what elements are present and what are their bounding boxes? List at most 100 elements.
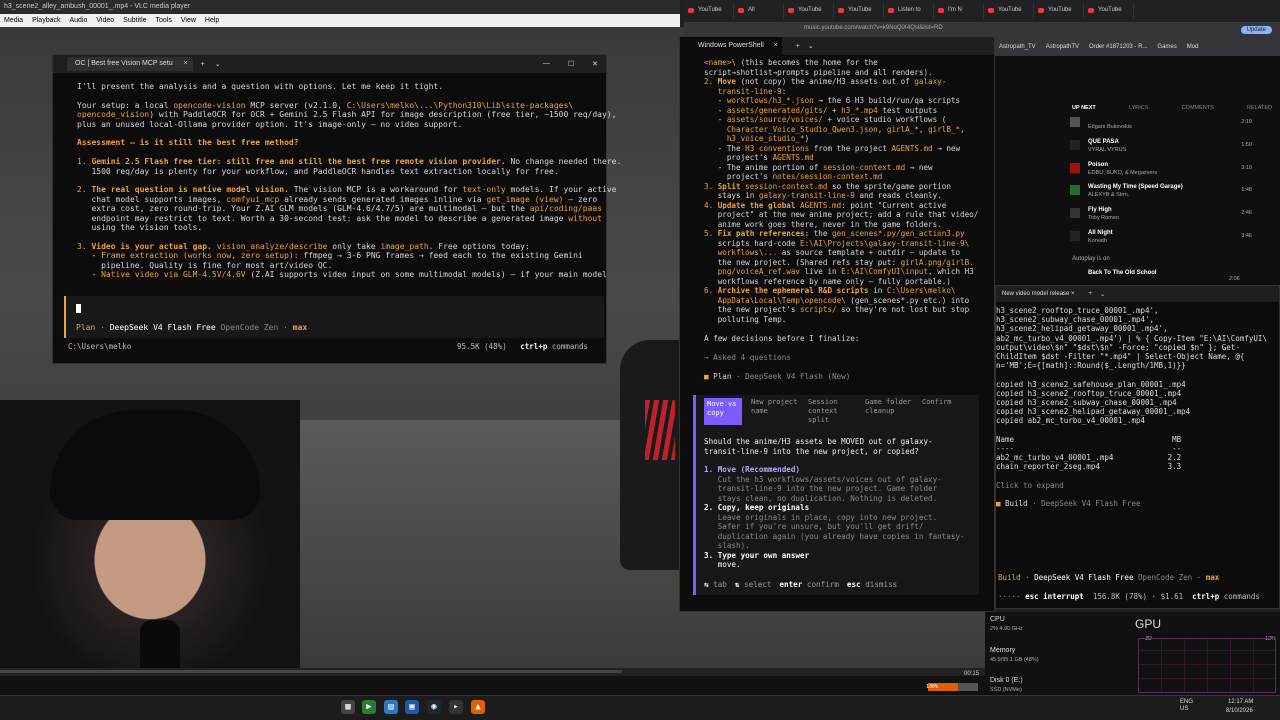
question-option[interactable]: 1. Move (Recommended) Cut the h3 workflo… <box>704 465 965 503</box>
output-line: ​ <box>996 472 1279 481</box>
vlc-menu-item[interactable]: Playback <box>32 17 60 24</box>
vlc-menu-item[interactable]: Subtitle <box>123 17 146 24</box>
text-segment: girlA.png/girlB. <box>900 257 974 267</box>
autoplay-next[interactable]: Back To The Old School <box>1088 270 1157 276</box>
close-icon[interactable]: × <box>774 37 778 55</box>
question-option[interactable]: 3. Type your own answer move. <box>704 551 965 570</box>
steam-icon[interactable]: ◉ <box>427 700 441 714</box>
yt-tab[interactable]: UP NEXT <box>1072 105 1096 111</box>
bookmark-item[interactable]: Order #1871203 - R... <box>1089 44 1147 54</box>
vlc-menu-item[interactable]: View <box>181 17 196 24</box>
clock-time[interactable]: 12:17 AM <box>1228 699 1253 705</box>
minimize-icon[interactable]: — <box>543 60 550 68</box>
yt-queue-tabs: UP NEXT LYRICS COMMENTS RELATED <box>1072 105 1272 111</box>
text-segment: 1500 req/day is plenty for your workflow… <box>77 166 559 176</box>
browser-url[interactable]: music.youtube.com/watch?v=k9NoQiX4Qsl&li… <box>684 22 995 36</box>
browser-tab[interactable]: Listen to <box>884 3 934 19</box>
terminal2-title-bar: New video model release × + ⌄ <box>996 286 1279 302</box>
text-segment: already sends generated images inline vi… <box>279 194 487 204</box>
browser-tab[interactable]: All <box>734 3 784 19</box>
clock-date[interactable]: 8/10/2026 <box>1226 708 1253 714</box>
output-line: - Native video via GLM-4.5V/4.6V (Z.AI s… <box>77 270 606 279</box>
powershell-tab[interactable]: Windows PowerShell × <box>680 37 782 55</box>
folder-icon[interactable]: ▤ <box>384 700 398 714</box>
question-tab[interactable]: Game folder cleanup <box>865 398 913 425</box>
text-segment: assets/source/voices/ <box>726 115 823 124</box>
text-segment: script→shotlist→prompts pipeline and all… <box>704 67 933 77</box>
queue-item[interactable]: Wasting My Time (Speed Garage) ALEXYB & S… <box>1070 181 1252 203</box>
text-segment: 2. <box>704 77 718 86</box>
terminal2-tab[interactable]: New video model release × <box>996 291 1075 297</box>
chevron-down-icon[interactable]: ⌄ <box>1100 291 1105 298</box>
chevron-down-icon[interactable]: ⌄ <box>808 42 814 50</box>
vlc-menu-item[interactable]: Video <box>96 17 114 24</box>
browser-tab[interactable]: YouTube <box>684 3 734 19</box>
text-segment: project's <box>704 172 773 181</box>
text-segment: Name MB <box>996 434 1182 444</box>
text-segment: h3_*.mp4 <box>841 105 878 115</box>
cpu-label[interactable]: CPU <box>990 616 1005 623</box>
queue-item[interactable]: Fly High Toby Romeo 2:46 <box>1070 204 1252 226</box>
close-window-icon[interactable]: ✕ <box>592 60 598 68</box>
queue-title: Poison <box>1088 161 1109 168</box>
output-line: ■ Build · DeepSeek V4 Flash Free <box>996 499 1279 508</box>
bookmark-item[interactable]: AstropathTV <box>1046 44 1079 54</box>
question-option[interactable]: 2. Copy, keep originals Leave originals … <box>704 503 965 551</box>
yt-tab[interactable]: RELATED <box>1247 105 1272 111</box>
yt-tab[interactable]: LYRICS <box>1129 105 1148 111</box>
question-tab[interactable]: New project name <box>751 398 799 425</box>
browser-tab[interactable]: YouTube <box>1034 3 1084 19</box>
vlc-menu-item[interactable]: Tools <box>156 17 172 24</box>
media-player-icon[interactable]: ▶ <box>362 700 376 714</box>
text-segment: n='MB';E={[math]::Round($_.Length/1MB,1)… <box>996 361 1186 371</box>
language-indicator[interactable]: ENG US <box>1180 699 1193 713</box>
disk-label[interactable]: Disk 0 (E:) <box>990 677 1023 684</box>
queue-duration: 2:19 <box>1241 119 1252 125</box>
question-tab[interactable]: Confirm <box>922 398 970 425</box>
browser-tab[interactable]: YouTube <box>1084 3 1134 19</box>
text-segment: Click to expand <box>996 480 1064 490</box>
output-line: the new project's scripts/ so they're no… <box>704 305 994 315</box>
maximize-icon[interactable]: ☐ <box>568 60 574 68</box>
opencode-tab[interactable]: OC | Best free Vision MCP setu × <box>67 57 193 71</box>
question-tab[interactable]: Session context split <box>808 398 856 425</box>
vlc-menu-item[interactable]: Help <box>205 17 219 24</box>
bookmark-item[interactable]: Games <box>1157 44 1176 54</box>
bookmark-item[interactable]: Mod <box>1187 44 1199 54</box>
text-segment: - The <box>704 143 746 153</box>
update-button[interactable]: Update <box>1240 26 1272 34</box>
browser-tab[interactable]: YouTube <box>784 3 834 19</box>
file-explorer-icon[interactable]: ▦ <box>341 700 355 714</box>
queue-duration: 3:46 <box>1241 233 1252 239</box>
text-segment: session-context.md <box>822 162 906 172</box>
new-tab-icon[interactable]: + <box>201 61 205 68</box>
chevron-down-icon[interactable]: ⌄ <box>215 60 221 68</box>
new-tab-icon[interactable]: + <box>1089 291 1093 297</box>
terminal-icon[interactable]: ▸ <box>449 700 463 714</box>
queue-item[interactable]: Poison EDBU, BUKO, & Megazvers 3:10 <box>1070 159 1252 181</box>
text-segment: 2. <box>77 185 92 195</box>
output-line: - Frame extraction (works now, zero setu… <box>77 251 606 260</box>
queue-item[interactable]: All Night Korvath 3:46 <box>1070 227 1252 249</box>
browser-tab[interactable]: YouTube <box>834 3 884 19</box>
vlc-menu-item[interactable]: Media <box>4 17 23 24</box>
vlc-icon[interactable]: ▲ <box>471 700 485 714</box>
opencode-prompt-input[interactable]: Plan · DeepSeek V4 Flash Free OpenCode Z… <box>64 296 604 338</box>
yt-tab[interactable]: COMMENTS <box>1182 105 1214 111</box>
output-line: copied h3_scene2_rooftop_truce_00001_.mp… <box>996 389 1279 398</box>
close-icon[interactable]: × <box>184 57 188 71</box>
queue-item[interactable]: Edgars Bukovskis 2:19 <box>1070 113 1252 135</box>
output-line: → Asked 4 questions <box>704 353 994 363</box>
vlc-menu-item[interactable]: Audio <box>69 17 87 24</box>
bookmark-item[interactable]: Astropath_TV <box>999 44 1036 54</box>
output-line: workflows reference by name only — fully… <box>704 277 994 287</box>
new-tab-icon[interactable]: + <box>796 43 800 50</box>
browser-tab[interactable]: YouTube <box>984 3 1034 19</box>
store-icon[interactable]: ▣ <box>405 700 419 714</box>
question-tab[interactable]: Move vs copy <box>704 398 742 425</box>
output-line: scripts hard-code E:\AI\Projects\galaxy-… <box>704 239 994 249</box>
browser-tab[interactable]: I'm N <box>934 3 984 19</box>
memory-label[interactable]: Memory <box>990 647 1015 654</box>
queue-item[interactable]: QUE PASA VYRAL VYRUS 1:50 <box>1070 136 1252 158</box>
text-segment: , <box>877 124 887 134</box>
